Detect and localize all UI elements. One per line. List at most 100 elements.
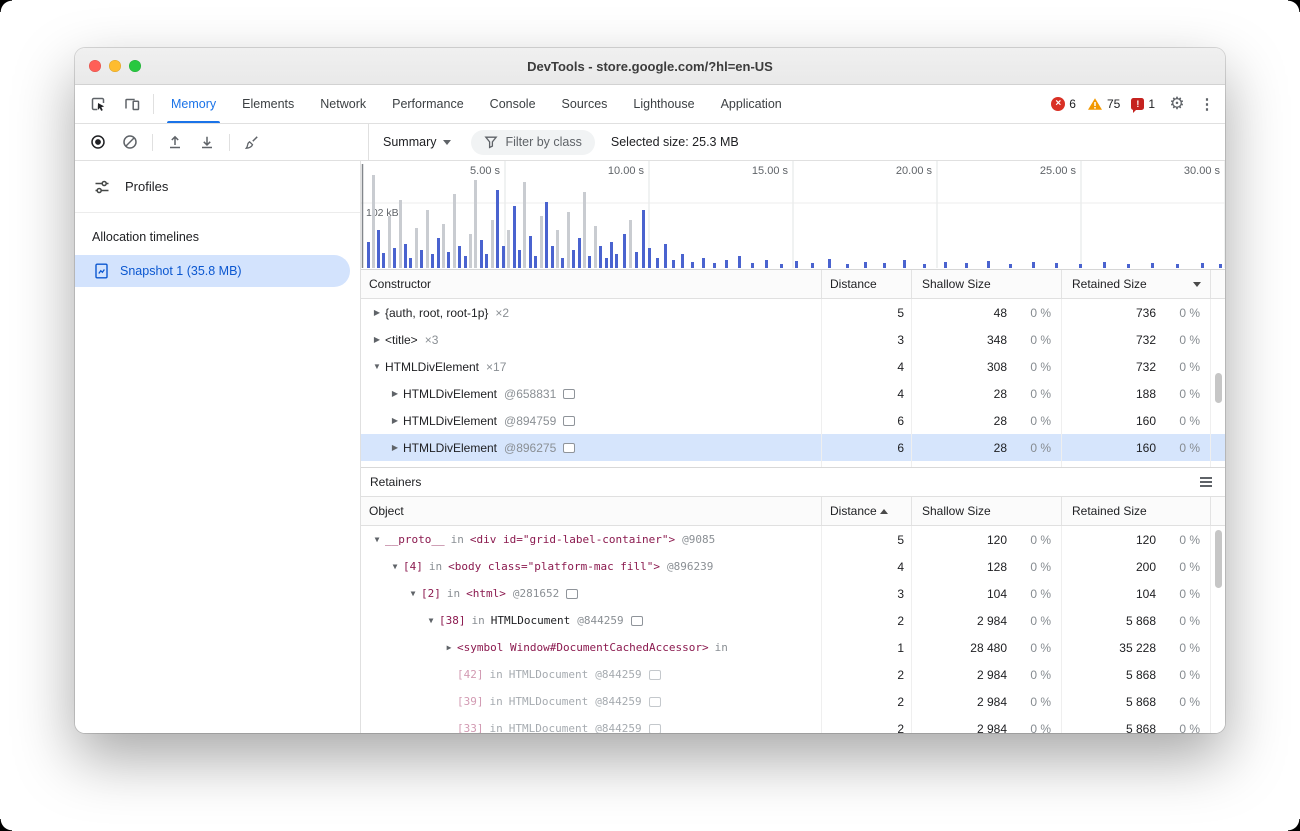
expand-arrow-icon[interactable]: ▶: [441, 643, 457, 652]
column-header-distance[interactable]: Distance: [822, 497, 912, 525]
retainer-row[interactable]: ▼__proto__in<div id="grid-label-containe…: [361, 526, 1225, 553]
device-toolbar-button[interactable]: [115, 85, 149, 123]
allocation-timeline-chart[interactable]: 5.00 s10.00 s15.00 s20.00 s25.00 s30.00 …: [361, 161, 1225, 270]
retainer-link-word: in: [715, 641, 728, 654]
reveal-in-elements-icon[interactable]: [566, 589, 578, 599]
reveal-in-elements-icon[interactable]: [649, 697, 661, 707]
more-options-button[interactable]: [1199, 95, 1215, 113]
retainer-row[interactable]: ▼[4]in<body class="platform-mac fill">@8…: [361, 553, 1225, 580]
retainer-row[interactable]: ▼[2]in<html>@28165231040 %1040 %: [361, 580, 1225, 607]
retainers-menu-button[interactable]: [1197, 473, 1215, 491]
expand-arrow-icon[interactable]: ▶: [369, 308, 385, 317]
settings-button[interactable]: [1166, 94, 1188, 114]
collapse-arrow-icon[interactable]: ▼: [369, 535, 385, 544]
vertical-scrollbar[interactable]: [1215, 530, 1222, 588]
scale-label: 102 kB: [366, 207, 399, 219]
size-percent: 0 %: [1007, 360, 1051, 374]
reveal-in-elements-icon[interactable]: [563, 443, 575, 453]
window-title: DevTools - store.google.com/?hl=en-US: [75, 59, 1225, 74]
row-gutter: [1211, 634, 1225, 661]
constructor-row[interactable]: ▶<title>×333480 %7320 %: [361, 326, 1225, 353]
profiles-header[interactable]: Profiles: [75, 161, 360, 213]
issues-status[interactable]: 1: [1131, 97, 1155, 111]
tab-performance[interactable]: Performance: [379, 85, 477, 123]
column-header-shallow-size[interactable]: Shallow Size: [912, 497, 1062, 525]
collect-garbage-button[interactable]: [237, 128, 267, 156]
retainer-property-name: [4]: [403, 560, 423, 573]
tab-network[interactable]: Network: [307, 85, 379, 123]
constructor-row[interactable]: ▶{auth, root, root-1p}×25480 %7360 %: [361, 299, 1225, 326]
load-profile-button[interactable]: [160, 128, 190, 156]
collapse-arrow-icon[interactable]: ▼: [405, 589, 421, 598]
tab-lighthouse[interactable]: Lighthouse: [620, 85, 707, 123]
expand-arrow-icon[interactable]: ▶: [369, 335, 385, 344]
divider: [229, 134, 230, 151]
tab-console[interactable]: Console: [477, 85, 549, 123]
distance-cell: 4: [822, 553, 912, 580]
reveal-in-elements-icon[interactable]: [563, 389, 575, 399]
retainer-row[interactable]: ▶<symbol Window#DocumentCachedAccessor>i…: [361, 634, 1225, 661]
tab-sources[interactable]: Sources: [549, 85, 621, 123]
column-header-distance[interactable]: Distance: [822, 270, 912, 298]
allocation-bar: [518, 250, 521, 268]
size-percent: 0 %: [1007, 722, 1051, 734]
constructor-row[interactable]: ▼HTMLDivElement×1743080 %7320 %: [361, 353, 1225, 380]
retained-size-cell: 2000 %: [1062, 553, 1211, 580]
retainer-row[interactable]: [39]inHTMLDocument@84425922 9840 %5 8680…: [361, 688, 1225, 715]
expand-arrow-icon[interactable]: ▶: [387, 416, 403, 425]
column-header-constructor[interactable]: Constructor: [361, 270, 822, 298]
allocation-bar: [469, 234, 472, 268]
object-cell: ▶<symbol Window#DocumentCachedAccessor>i…: [361, 634, 822, 661]
console-warnings-status[interactable]: 75: [1087, 97, 1120, 111]
object-cell: [39]inHTMLDocument@844259: [361, 688, 822, 715]
constructor-row[interactable]: ▶HTMLDivElement@8962756280 %1600 %: [361, 434, 1225, 461]
zoom-button[interactable]: [129, 60, 141, 72]
divider: [152, 134, 153, 151]
allocation-bar: [623, 234, 626, 268]
collapse-arrow-icon[interactable]: ▼: [423, 616, 439, 625]
object-cell: [42]inHTMLDocument@844259: [361, 661, 822, 688]
record-allocation-button[interactable]: [83, 128, 113, 156]
class-filter-input[interactable]: Filter by class: [471, 130, 594, 155]
expand-arrow-icon[interactable]: ▶: [387, 389, 403, 398]
device-toolbar-icon: [124, 96, 140, 112]
reveal-in-elements-icon[interactable]: [649, 724, 661, 734]
retainer-row[interactable]: [42]inHTMLDocument@84425922 9840 %5 8680…: [361, 661, 1225, 688]
save-profile-button[interactable]: [192, 128, 222, 156]
collapse-arrow-icon[interactable]: ▼: [387, 562, 403, 571]
clear-profiles-button[interactable]: [115, 128, 145, 156]
inspect-element-button[interactable]: [81, 85, 115, 123]
constructor-row[interactable]: ▶HTMLDivElement@8947596280 %1600 %: [361, 407, 1225, 434]
reveal-in-elements-icon[interactable]: [649, 670, 661, 680]
column-header-object[interactable]: Object: [361, 497, 822, 525]
expand-arrow-icon[interactable]: ▶: [387, 443, 403, 452]
screen-corner: [1288, 819, 1300, 831]
tab-application[interactable]: Application: [708, 85, 795, 123]
allocation-bar: [642, 210, 645, 268]
row-gutter: [1211, 461, 1225, 467]
vertical-scrollbar[interactable]: [1215, 373, 1222, 403]
constructor-row[interactable]: ▶HTMLDivElement@6588314280 %1880 %: [361, 380, 1225, 407]
tab-elements[interactable]: Elements: [229, 85, 307, 123]
retainer-row[interactable]: [33]inHTMLDocument@84425922 9840 %5 8680…: [361, 715, 1225, 733]
row-gutter: [1211, 607, 1225, 634]
perspective-select[interactable]: Summary: [379, 131, 455, 153]
close-button[interactable]: [89, 60, 101, 72]
reveal-in-elements-icon[interactable]: [563, 416, 575, 426]
sidebar-item-snapshot-1[interactable]: Snapshot 1 (35.8 MB): [75, 255, 350, 287]
tab-memory[interactable]: Memory: [158, 85, 229, 123]
allocation-bar: [615, 254, 618, 268]
column-header-retained-size[interactable]: Retained Size: [1062, 270, 1211, 298]
collapse-arrow-icon[interactable]: ▼: [369, 362, 385, 371]
retainer-row[interactable]: ▼[38]inHTMLDocument@84425922 9840 %5 868…: [361, 607, 1225, 634]
size-value: 35 228: [1062, 641, 1156, 655]
retainer-link-word: in: [490, 668, 503, 681]
column-header-shallow-size[interactable]: Shallow Size: [912, 270, 1062, 298]
reveal-in-elements-icon[interactable]: [631, 616, 643, 626]
column-header-retained-size[interactable]: Retained Size: [1062, 497, 1211, 525]
console-errors-status[interactable]: 6: [1051, 97, 1076, 111]
retained-size-cell: 1600 %: [1062, 434, 1211, 461]
constructor-row[interactable]: ▶HTMLDivElement@896…: [361, 461, 1225, 467]
minimize-button[interactable]: [109, 60, 121, 72]
distance-cell: 6: [822, 407, 912, 434]
